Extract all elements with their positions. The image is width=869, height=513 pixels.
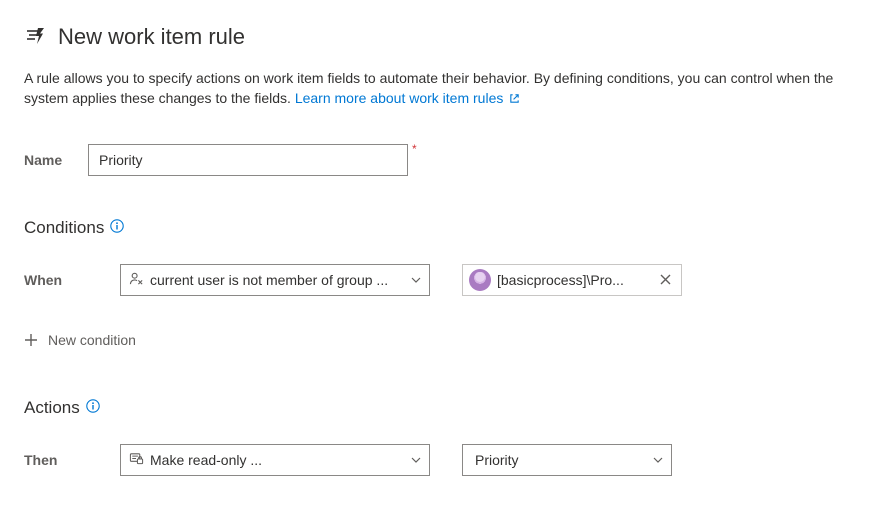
page-description: A rule allows you to specify actions on … bbox=[24, 68, 844, 110]
field-select[interactable]: Priority bbox=[462, 444, 672, 476]
page-title: New work item rule bbox=[58, 24, 245, 50]
chevron-down-icon bbox=[411, 272, 421, 288]
group-avatar-icon bbox=[469, 269, 491, 291]
field-select-value: Priority bbox=[475, 452, 643, 468]
then-label: Then bbox=[24, 452, 88, 468]
add-condition-label: New condition bbox=[48, 332, 136, 348]
condition-select-value: current user is not member of group ... bbox=[150, 272, 401, 288]
learn-more-link[interactable]: Learn more about work item rules bbox=[295, 90, 520, 106]
condition-select[interactable]: current user is not member of group ... bbox=[120, 264, 430, 296]
plus-icon bbox=[24, 333, 38, 347]
name-input[interactable] bbox=[88, 144, 408, 176]
action-select[interactable]: Make read-only ... bbox=[120, 444, 430, 476]
info-icon[interactable] bbox=[86, 399, 100, 416]
remove-chip-button[interactable] bbox=[656, 268, 675, 292]
group-chip-text: [basicprocess]\Pro... bbox=[497, 272, 650, 288]
external-link-icon bbox=[509, 89, 520, 109]
chevron-down-icon bbox=[653, 452, 663, 468]
action-select-value: Make read-only ... bbox=[150, 452, 401, 468]
chevron-down-icon bbox=[411, 452, 421, 468]
add-condition-button[interactable]: New condition bbox=[24, 332, 845, 348]
when-label: When bbox=[24, 272, 88, 288]
group-chip[interactable]: [basicprocess]\Pro... bbox=[462, 264, 682, 296]
readonly-icon bbox=[129, 451, 144, 469]
conditions-title: Conditions bbox=[24, 218, 104, 238]
person-x-icon bbox=[129, 271, 144, 289]
rule-icon bbox=[24, 25, 48, 49]
actions-title: Actions bbox=[24, 398, 80, 418]
required-asterisk: * bbox=[412, 142, 417, 156]
info-icon[interactable] bbox=[110, 219, 124, 236]
name-label: Name bbox=[24, 152, 88, 168]
